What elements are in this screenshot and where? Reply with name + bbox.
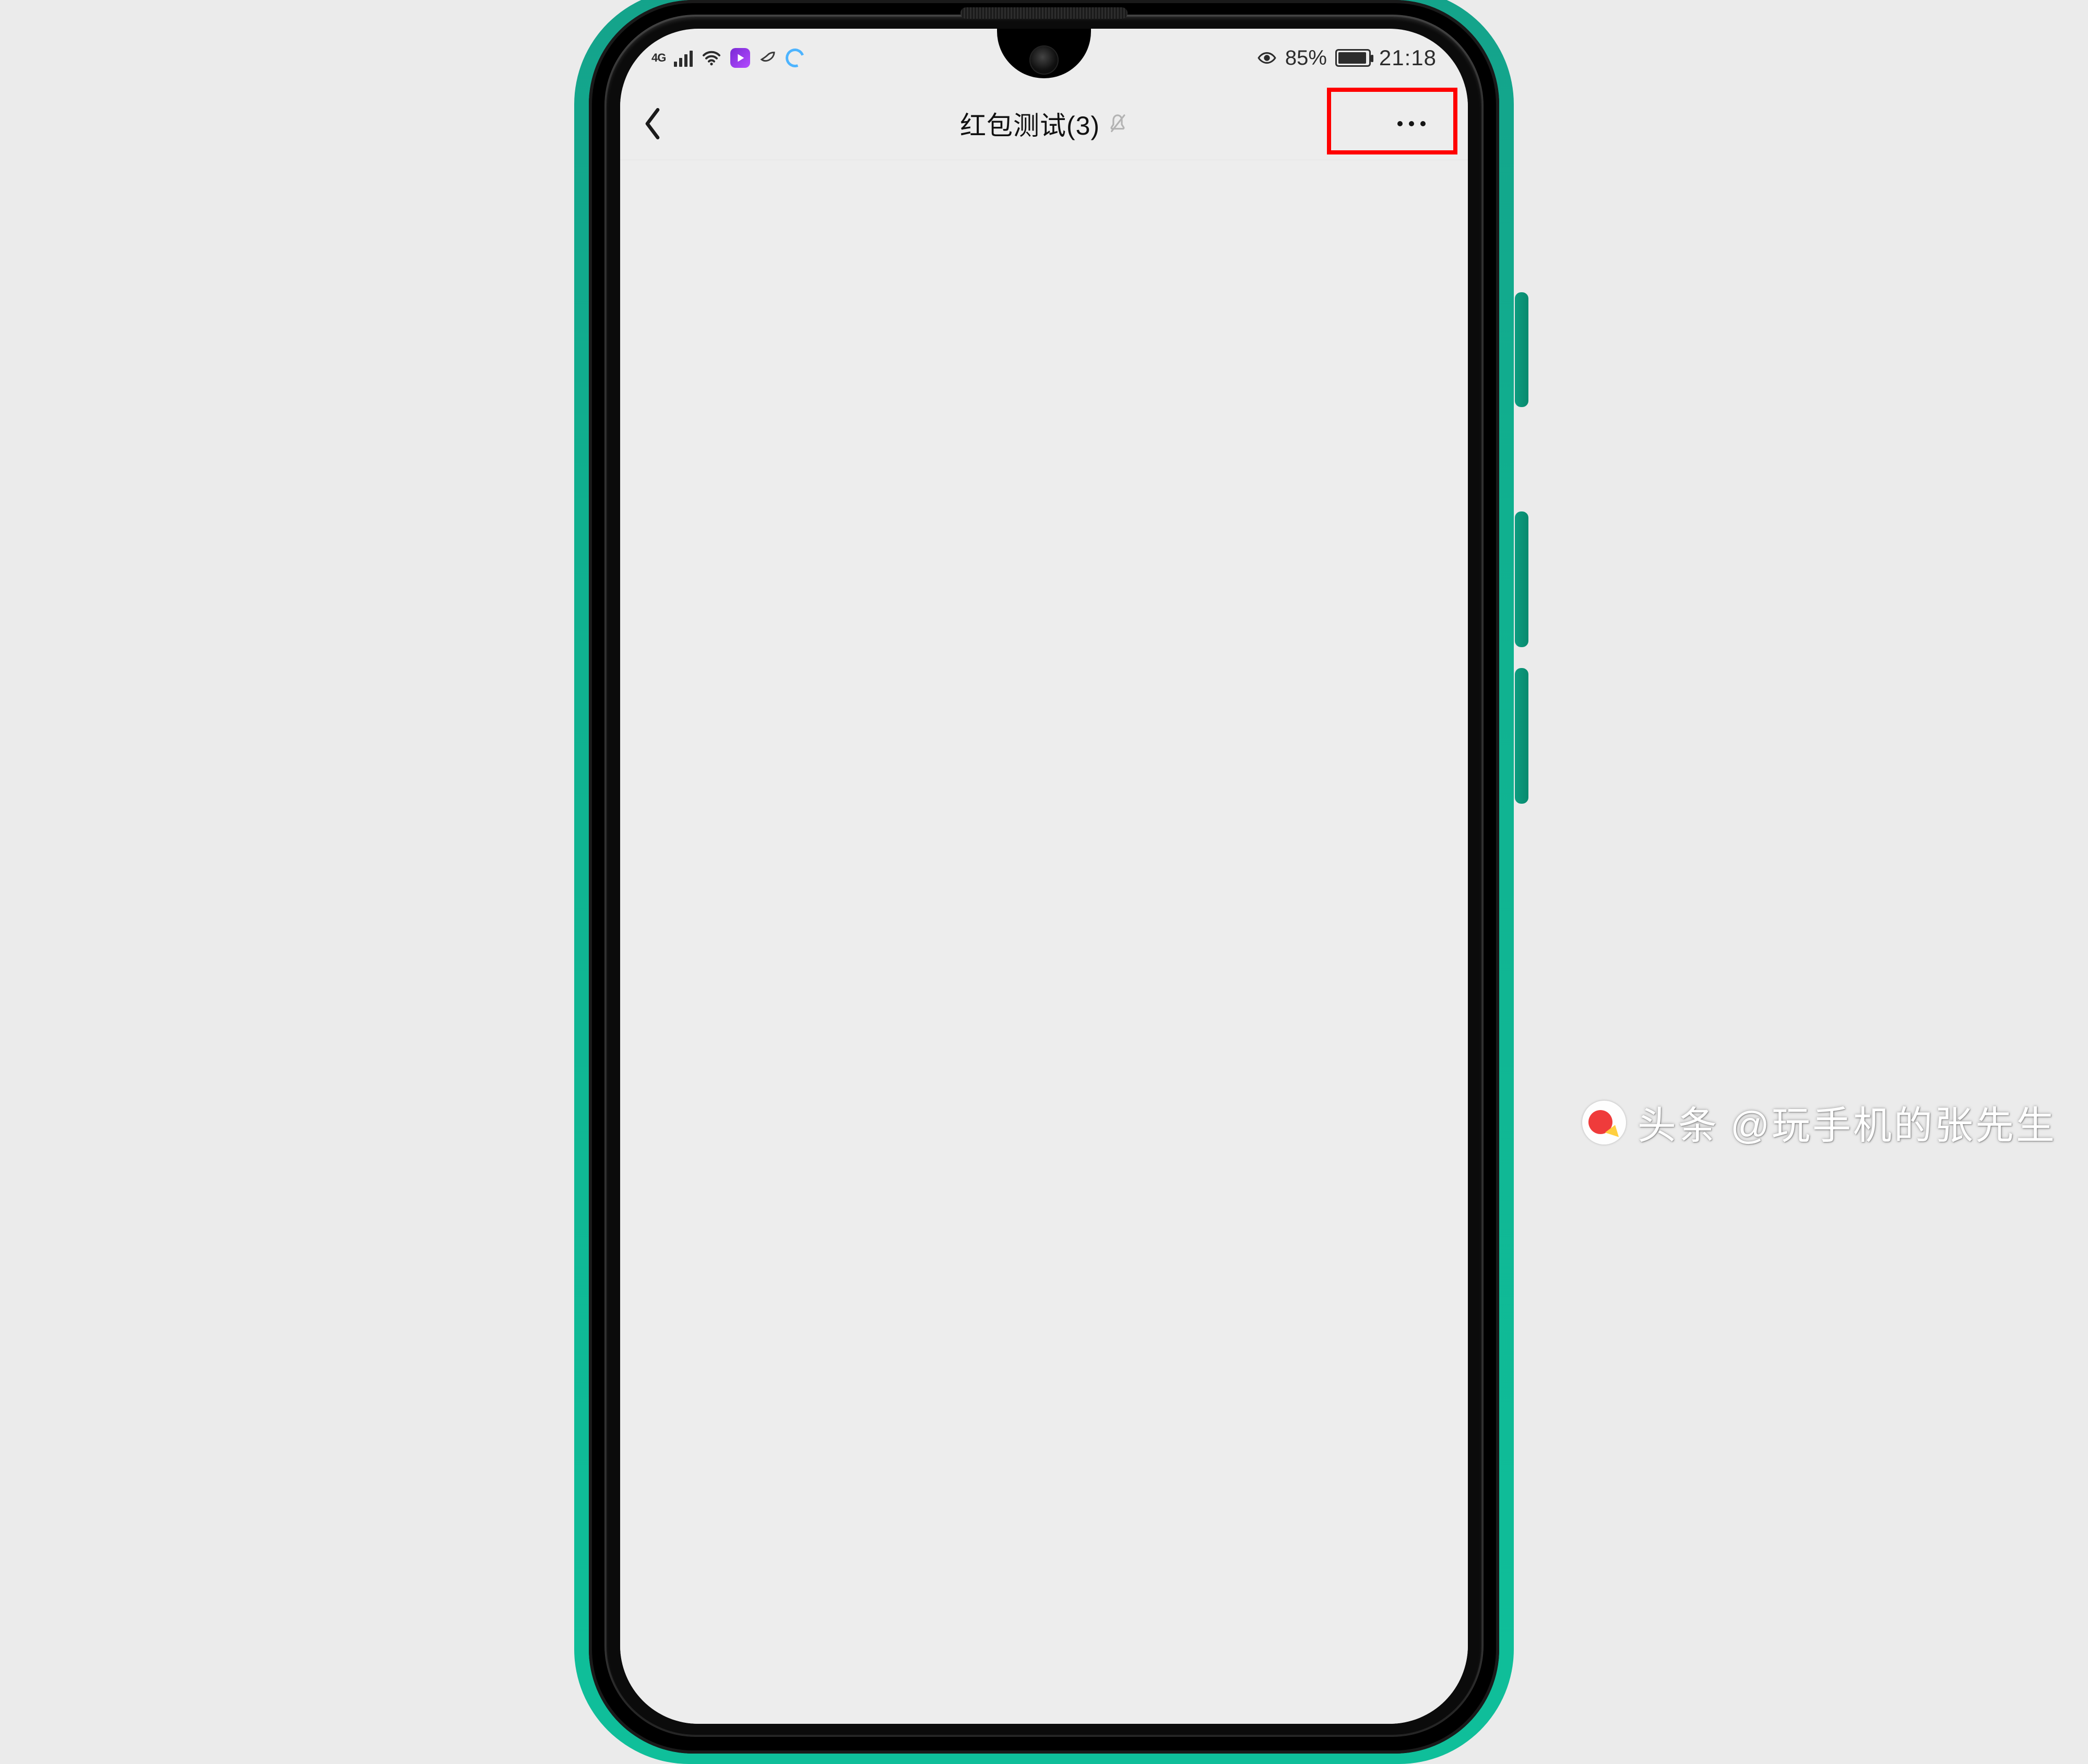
- volume-up-button: [1515, 511, 1528, 647]
- network-type-label: 4G: [651, 51, 666, 65]
- battery-fill: [1338, 52, 1366, 64]
- phone-mockup: 4G: [574, 0, 1514, 1174]
- status-loading-icon: [782, 45, 808, 70]
- status-right-cluster: 85% 21:18: [1257, 45, 1437, 70]
- chevron-left-icon: [642, 106, 663, 141]
- status-left-cluster: 4G: [651, 47, 804, 68]
- watermark: 头条 @玩手机的张先生: [1582, 1094, 2057, 1150]
- status-activity-icon: [758, 49, 777, 67]
- dot-icon: [1420, 121, 1426, 126]
- eye-protection-icon: [1257, 48, 1277, 68]
- front-camera-icon: [1029, 45, 1059, 75]
- watermark-label: 头条: [1638, 1094, 1719, 1150]
- network-4g-text: 4G: [651, 51, 666, 65]
- dot-icon: [1409, 121, 1414, 126]
- chat-body-empty[interactable]: [620, 161, 1468, 1724]
- earpiece-grille: [960, 7, 1128, 19]
- watermark-handle: @玩手机的张先生: [1730, 1094, 2057, 1150]
- toutiao-logo-icon: [1582, 1101, 1626, 1145]
- dot-icon: [1397, 121, 1403, 126]
- chat-title: 红包测试(3): [960, 105, 1100, 142]
- chat-title-wrap: 红包测试(3): [960, 105, 1128, 142]
- power-button: [1515, 292, 1528, 407]
- status-app-tile-icon: [730, 48, 750, 68]
- wifi-icon: [701, 47, 722, 68]
- phone-screen: 4G: [620, 29, 1468, 1724]
- back-button[interactable]: [631, 102, 674, 146]
- signal-strength-icon: [674, 49, 693, 67]
- mute-icon: [1107, 113, 1128, 135]
- more-options-button[interactable]: [1370, 103, 1453, 145]
- volume-down-button: [1515, 668, 1528, 804]
- clock-text: 21:18: [1379, 45, 1437, 70]
- battery-icon: [1335, 49, 1371, 67]
- chat-nav-bar: 红包测试(3): [620, 87, 1468, 160]
- battery-percent-text: 85%: [1285, 46, 1327, 70]
